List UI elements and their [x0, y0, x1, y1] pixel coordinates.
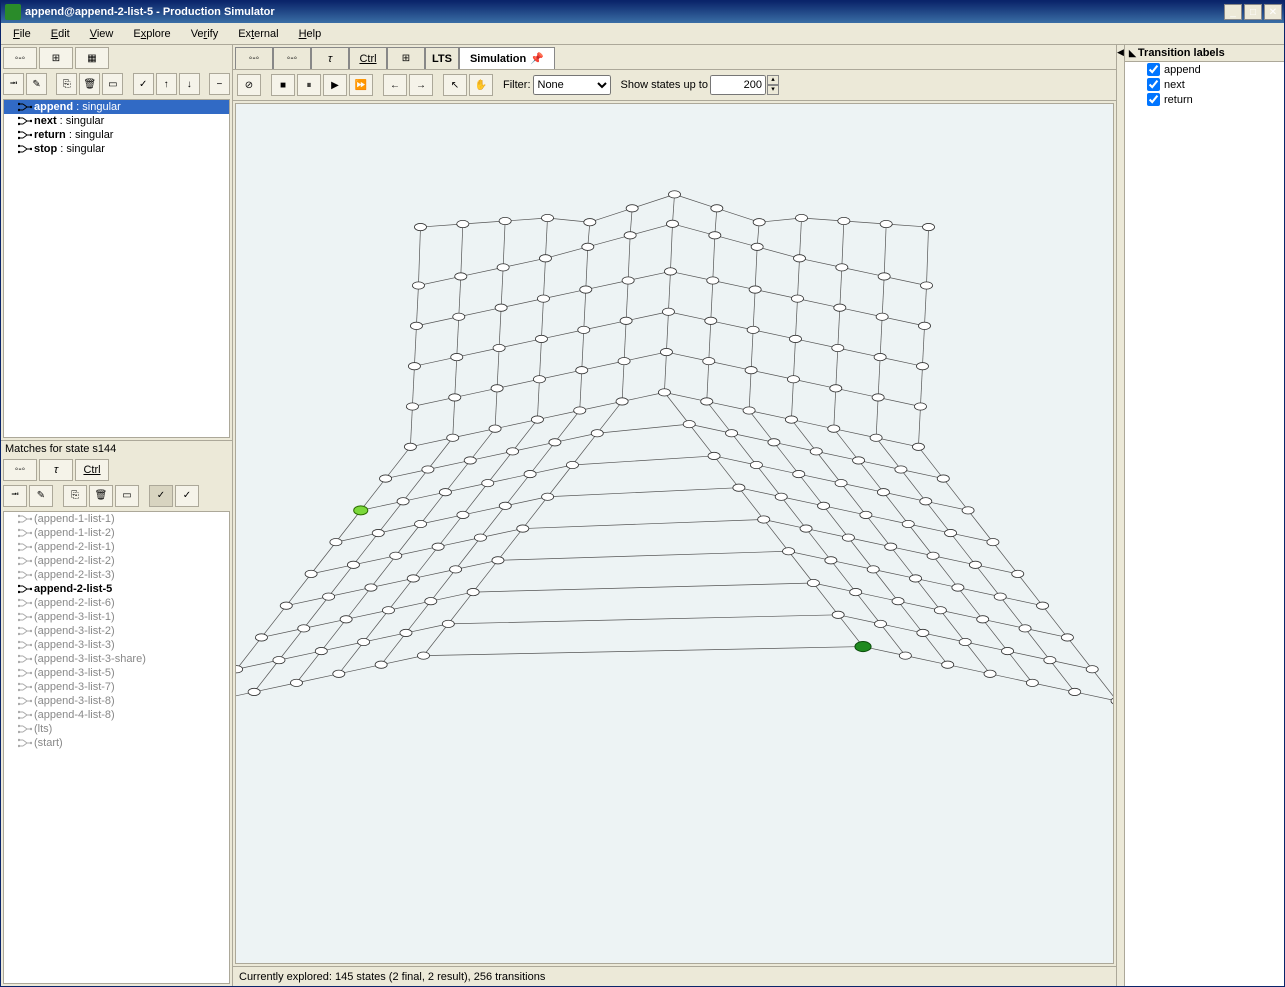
left-toolbar-1: ◦-◦ ⊞ ▦ [1, 45, 232, 71]
show-states-label: Show states up to [621, 79, 708, 91]
match-item[interactable]: (append-3-list-5) [4, 666, 229, 680]
pin-icon: 📌 [530, 52, 544, 65]
tab-simulation[interactable]: Simulation 📌 [459, 47, 555, 69]
editor-tabs: ◦-◦ ◦-◦ τ Ctrl ⊞ LTS Simulation 📌 [233, 45, 1116, 70]
match-item[interactable]: (append-3-list-8) [4, 694, 229, 708]
window-titlebar: append@append-2-list-5 - Production Simu… [1, 1, 1284, 23]
tool-edit-icon[interactable]: ✎ [26, 73, 47, 95]
tool-check-icon[interactable]: ✓ [133, 73, 154, 95]
sim-ff-icon[interactable]: ⏩ [349, 74, 373, 96]
matches-toolbar-2: ⭲ ✎ ⎘ 🗑 ▭ ✓ ✓ [1, 483, 232, 509]
mtool-rename-icon[interactable]: ▭ [115, 485, 139, 507]
mtool-graph-icon[interactable]: ◦-◦ [3, 459, 37, 481]
center-column: ◦-◦ ◦-◦ τ Ctrl ⊞ LTS Simulation 📌 ⊘ ■ ⏸ … [233, 45, 1116, 986]
match-item[interactable]: (append-3-list-3-share) [4, 652, 229, 666]
match-item[interactable]: (append-2-list-6) [4, 596, 229, 610]
tool-tree-icon[interactable]: ⊞ [39, 47, 73, 69]
match-item[interactable]: (append-3-list-1) [4, 610, 229, 624]
right-panel-header[interactable]: ◣Transition labels [1125, 45, 1284, 62]
filter-select[interactable]: None [533, 75, 611, 95]
sim-pointer-icon[interactable]: ↖ [443, 74, 467, 96]
sim-hand-icon[interactable]: ✋ [469, 74, 493, 96]
right-collapse-handle[interactable]: ◀ [1116, 45, 1124, 986]
mtool-select-icon[interactable]: ⭲ [3, 485, 27, 507]
graph-canvas[interactable] [235, 103, 1114, 964]
match-item[interactable]: (append-2-list-2) [4, 554, 229, 568]
rules-tree[interactable]: append : singular next : singular return… [3, 99, 230, 438]
match-item[interactable]: (append-3-list-2) [4, 624, 229, 638]
menu-edit[interactable]: Edit [43, 26, 78, 42]
tool-delete-icon[interactable]: 🗑 [79, 73, 100, 95]
menu-help[interactable]: Help [291, 26, 330, 42]
menu-file[interactable]: File [5, 26, 39, 42]
filter-label: Filter: [503, 79, 531, 91]
mtool-check2-icon[interactable]: ✓ [175, 485, 199, 507]
sim-stop-icon[interactable]: ■ [271, 74, 295, 96]
left-toolbar-2: ⭲ ✎ ⎘ 🗑 ▭ ✓ ↑ ↓ − [1, 71, 232, 97]
app-icon [5, 4, 21, 20]
tool-down-icon[interactable]: ↓ [179, 73, 200, 95]
transition-label-append[interactable]: append [1125, 62, 1284, 77]
match-item[interactable]: (append-2-list-1) [4, 540, 229, 554]
close-button[interactable]: ✕ [1264, 4, 1282, 20]
tool-copy-icon[interactable]: ⎘ [56, 73, 77, 95]
tab-ctrl[interactable]: Ctrl [349, 47, 387, 69]
menu-view[interactable]: View [82, 26, 122, 42]
transition-label-return[interactable]: return [1125, 92, 1284, 107]
menu-explore[interactable]: Explore [125, 26, 178, 42]
tab-lts[interactable]: LTS [425, 47, 459, 69]
maximize-button[interactable]: □ [1244, 4, 1262, 20]
sim-play-icon[interactable]: ▶ [323, 74, 347, 96]
menu-external[interactable]: External [230, 26, 286, 42]
rule-item-return[interactable]: return : singular [4, 128, 229, 142]
simulation-toolbar: ⊘ ■ ⏸ ▶ ⏩ ← → ↖ ✋ Filter: None Show stat… [233, 70, 1116, 101]
sim-pause-icon[interactable]: ⏸ [297, 74, 321, 96]
matches-header: Matches for state s144 [1, 440, 232, 457]
tab-graph2[interactable]: ◦-◦ [273, 47, 311, 69]
transition-label-next[interactable]: next [1125, 77, 1284, 92]
show-states-spinner[interactable]: ▴▾ [767, 75, 779, 95]
mtool-delete-icon[interactable]: 🗑 [89, 485, 113, 507]
show-states-input[interactable] [710, 75, 766, 95]
match-item[interactable]: (start) [4, 736, 229, 750]
tool-up-icon[interactable]: ↑ [156, 73, 177, 95]
match-item[interactable]: (append-1-list-2) [4, 526, 229, 540]
tab-tau[interactable]: τ [311, 47, 349, 69]
mtool-check1-icon[interactable]: ✓ [149, 485, 173, 507]
match-item[interactable]: append-2-list-5 [4, 582, 229, 596]
status-text: Currently explored: 145 states (2 final,… [239, 971, 545, 983]
window-title: append@append-2-list-5 - Production Simu… [25, 6, 1222, 18]
sim-back-icon[interactable]: ← [383, 74, 407, 96]
rule-item-append[interactable]: append : singular [4, 100, 229, 114]
tool-rename-icon[interactable]: ▭ [102, 73, 123, 95]
rule-item-stop[interactable]: stop : singular [4, 142, 229, 156]
tool-minus-icon[interactable]: − [209, 73, 230, 95]
mtool-copy-icon[interactable]: ⎘ [63, 485, 87, 507]
statusbar: Currently explored: 145 states (2 final,… [233, 966, 1116, 986]
match-item[interactable]: (append-3-list-3) [4, 638, 229, 652]
sim-nostop-icon[interactable]: ⊘ [237, 74, 261, 96]
tab-graph1[interactable]: ◦-◦ [235, 47, 273, 69]
matches-list[interactable]: (append-1-list-1) (append-1-list-2) (app… [3, 511, 230, 984]
menubar: File Edit View Explore Verify External H… [1, 23, 1284, 45]
menu-verify[interactable]: Verify [183, 26, 227, 42]
left-column: ◦-◦ ⊞ ▦ ⭲ ✎ ⎘ 🗑 ▭ ✓ ↑ ↓ − append : singu… [1, 45, 233, 986]
mtool-edit-icon[interactable]: ✎ [29, 485, 53, 507]
tool-graph-icon[interactable]: ◦-◦ [3, 47, 37, 69]
tab-tree[interactable]: ⊞ [387, 47, 425, 69]
match-item[interactable]: (lts) [4, 722, 229, 736]
match-item[interactable]: (append-4-list-8) [4, 708, 229, 722]
mtool-ctrl-icon[interactable]: Ctrl [75, 459, 109, 481]
mtool-tau-icon[interactable]: τ [39, 459, 73, 481]
tool-select-icon[interactable]: ⭲ [3, 73, 24, 95]
matches-toolbar-1: ◦-◦ τ Ctrl [1, 457, 232, 483]
minimize-button[interactable]: _ [1224, 4, 1242, 20]
match-item[interactable]: (append-3-list-7) [4, 680, 229, 694]
match-item[interactable]: (append-2-list-3) [4, 568, 229, 582]
sim-forward-icon[interactable]: → [409, 74, 433, 96]
tool-grid-icon[interactable]: ▦ [75, 47, 109, 69]
right-panel: ◣Transition labels append next return [1124, 45, 1284, 986]
rule-item-next[interactable]: next : singular [4, 114, 229, 128]
match-item[interactable]: (append-1-list-1) [4, 512, 229, 526]
